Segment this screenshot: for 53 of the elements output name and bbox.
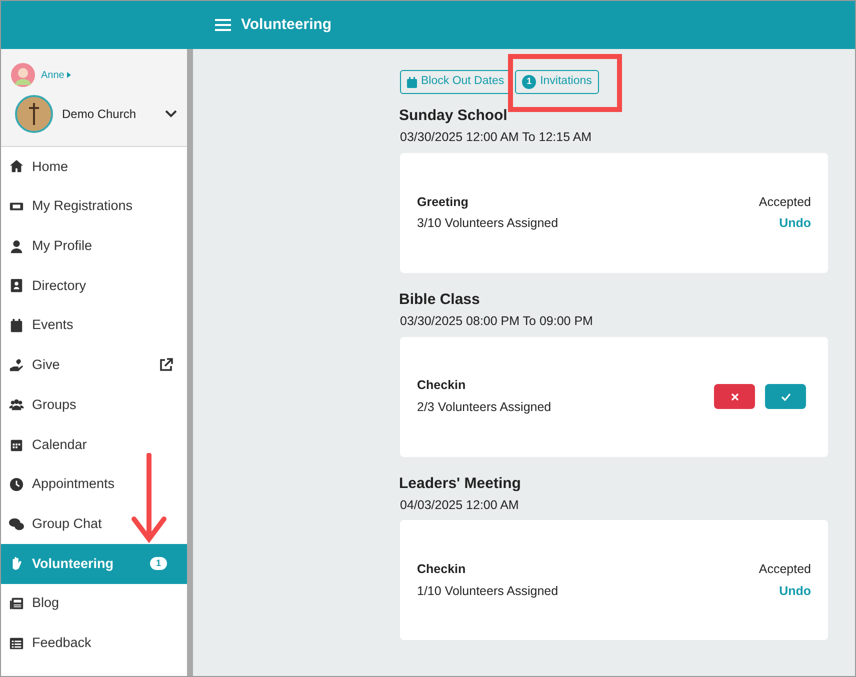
hand-holding-icon xyxy=(9,358,24,373)
sidebar-item[interactable]: Group Chat xyxy=(1,504,187,544)
page-title: Volunteering xyxy=(241,14,332,35)
list-icon xyxy=(9,636,24,651)
count-badge: 1 xyxy=(522,75,536,89)
event-time: 03/30/2025 08:00 PM To 09:00 PM xyxy=(400,312,594,330)
close-icon xyxy=(730,392,738,400)
event-title: Sunday School xyxy=(399,107,508,125)
chevron-down-icon[interactable] xyxy=(165,110,177,118)
newspaper-icon xyxy=(9,596,24,611)
sidebar-item[interactable]: Calendar xyxy=(1,424,187,464)
scrollbar[interactable] xyxy=(187,49,193,676)
role-name: Checkin xyxy=(417,377,467,394)
external-link-icon[interactable] xyxy=(159,358,173,372)
avatar-icon xyxy=(11,63,35,87)
sidebar-item[interactable]: Appointments xyxy=(1,464,187,504)
volunteer-count: 2/3 Volunteers Assigned xyxy=(417,399,552,416)
clock-icon xyxy=(9,476,24,492)
sidebar-item[interactable]: My Registrations xyxy=(1,186,187,226)
caret-icon xyxy=(67,72,72,78)
address-book-icon xyxy=(9,278,24,294)
sidebar-item[interactable]: Give xyxy=(1,345,187,386)
menu-icon[interactable] xyxy=(215,18,231,32)
check-icon xyxy=(780,392,790,400)
sidebar-item[interactable]: My Profile xyxy=(1,226,187,266)
sidebar-item[interactable]: Directory xyxy=(1,266,187,306)
calendar-grid-icon xyxy=(9,437,24,452)
role-name: Greeting xyxy=(417,194,470,211)
event-title: Bible Class xyxy=(399,290,481,309)
sidebar-item[interactable]: Groups xyxy=(1,385,187,425)
status-text: Accepted xyxy=(758,561,811,578)
people-icon xyxy=(9,397,24,412)
event-time: 03/30/2025 12:00 AM To 12:15 AM xyxy=(400,129,593,146)
person-icon xyxy=(9,238,24,254)
church-name[interactable]: Demo Church xyxy=(62,105,165,123)
count-badge: 1 xyxy=(150,557,167,570)
church-logo-icon xyxy=(15,95,53,133)
event-title: Leaders' Meeting xyxy=(399,474,522,492)
role-name: Checkin xyxy=(417,561,467,578)
sidebar-item[interactable]: Home xyxy=(1,147,187,187)
calendar-icon xyxy=(9,318,24,334)
volunteer-count: 3/10 Volunteers Assigned xyxy=(417,215,560,232)
sidebar-item[interactable]: Feedback xyxy=(1,623,187,663)
event-time: 04/03/2025 12:00 AM xyxy=(400,496,520,514)
home-icon xyxy=(9,159,24,174)
sidebar-item[interactable]: Blog xyxy=(1,584,187,624)
accept-button[interactable] xyxy=(765,384,806,409)
sidebar-item[interactable]: Events xyxy=(1,306,187,346)
calendar-icon xyxy=(407,76,417,88)
status-text: Accepted xyxy=(758,194,811,211)
decline-button[interactable] xyxy=(714,384,755,409)
chat-icon xyxy=(9,516,24,532)
volunteer-count: 1/10 Volunteers Assigned xyxy=(417,582,560,600)
